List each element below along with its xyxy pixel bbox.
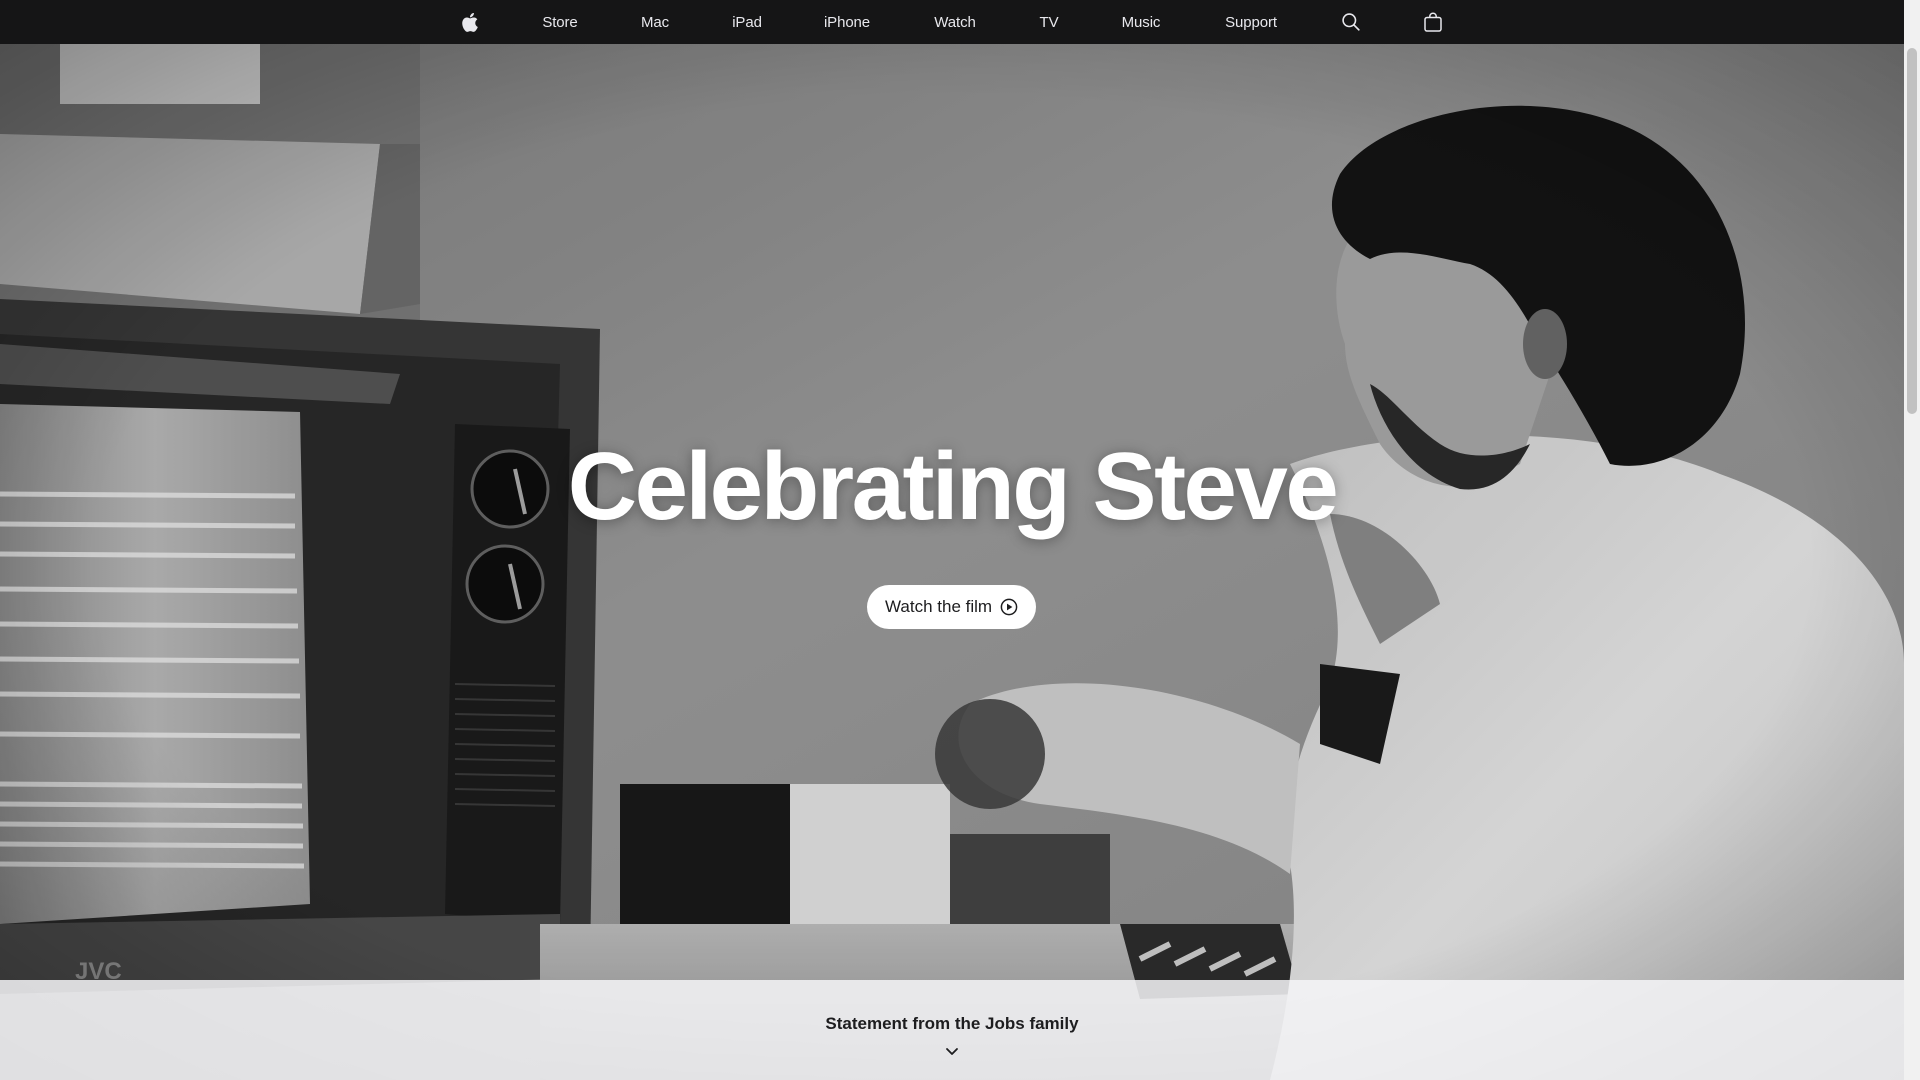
hero-photo: JVC [0, 44, 1904, 1080]
nav-item-music[interactable]: Music [1111, 0, 1171, 44]
nav-item-store[interactable]: Store [530, 0, 590, 44]
watch-film-button[interactable]: Watch the film [867, 585, 1037, 629]
nav-item-iphone[interactable]: iPhone [815, 0, 879, 44]
statement-band: Statement from the Jobs family [0, 980, 1904, 1080]
chevron-down-icon[interactable] [945, 1044, 959, 1062]
nav-item-ipad[interactable]: iPad [720, 0, 774, 44]
apple-page: Store Mac iPad iPhone Watch TV Music Sup… [0, 0, 1920, 1080]
page-scrollbar[interactable] [1904, 0, 1920, 1080]
scrollbar-thumb[interactable] [1907, 48, 1917, 414]
global-nav-list: Store Mac iPad iPhone Watch TV Music Sup… [0, 0, 1904, 44]
apple-logo-icon[interactable] [456, 0, 484, 44]
bag-icon[interactable] [1419, 0, 1447, 44]
statement-link[interactable]: Statement from the Jobs family [0, 1014, 1904, 1034]
play-circle-icon [1000, 598, 1018, 616]
nav-item-watch[interactable]: Watch [925, 0, 985, 44]
global-nav: Store Mac iPad iPhone Watch TV Music Sup… [0, 0, 1904, 44]
hero-section: JVC [0, 44, 1904, 1080]
search-icon[interactable] [1337, 0, 1365, 44]
nav-item-support[interactable]: Support [1217, 0, 1285, 44]
nav-item-mac[interactable]: Mac [630, 0, 680, 44]
hero-title: Celebrating Steve [567, 433, 1339, 540]
nav-item-tv[interactable]: TV [1030, 0, 1068, 44]
watch-film-label: Watch the film [885, 597, 993, 616]
